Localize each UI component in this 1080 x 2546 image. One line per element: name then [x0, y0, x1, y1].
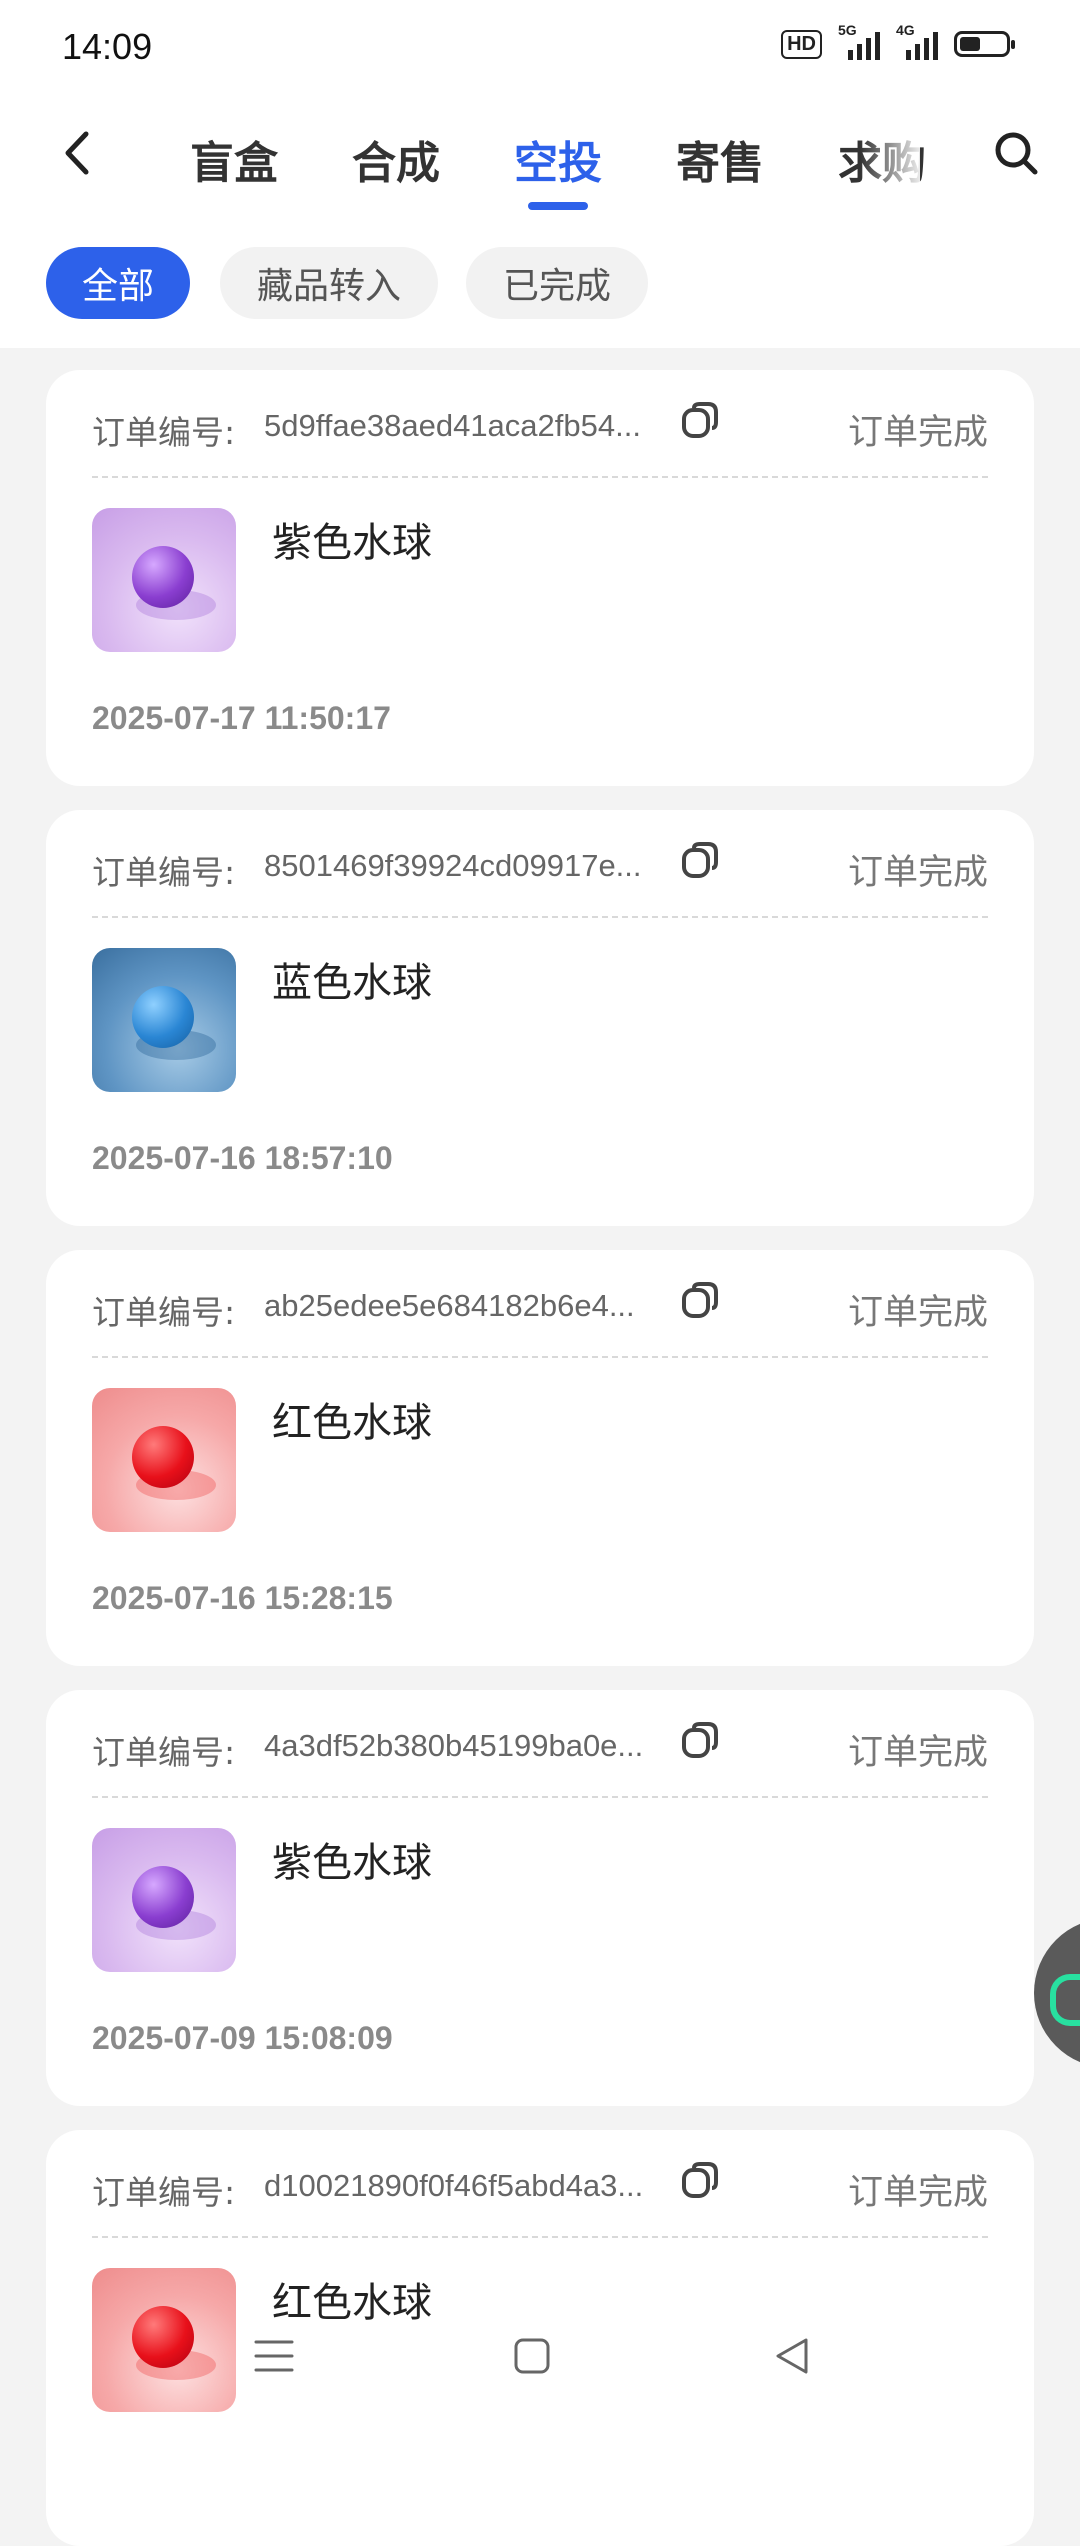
- order-status: 订单完成: [847, 853, 988, 893]
- item-thumbnail: [92, 1388, 236, 1532]
- order-number-label: 订单编号:: [92, 413, 236, 452]
- assistant-icon: [1050, 1974, 1080, 2026]
- menu-button[interactable]: [244, 2326, 304, 2386]
- order-date: 2025-07-16 18:57:10: [92, 1140, 393, 1176]
- status-time: 14:09: [62, 26, 153, 67]
- item-name: 紫色水球: [272, 520, 432, 566]
- floating-assistant-button[interactable]: [1034, 1918, 1080, 2068]
- order-date: 2025-07-17 11:50:17: [92, 700, 391, 736]
- order-number: ab25edee5e684182b6e4...: [264, 1288, 635, 1323]
- search-icon: [995, 132, 1038, 175]
- status-icons: HD 5G 4G: [781, 22, 1015, 60]
- filter-collection-transfer-in[interactable]: 藏品转入: [220, 247, 438, 319]
- tab-blind-box[interactable]: 盲盒: [190, 127, 278, 191]
- order-number-label: 订单编号:: [92, 853, 236, 892]
- order-status: 订单完成: [847, 2173, 988, 2213]
- hd-icon: HD: [781, 29, 822, 59]
- order-number-label: 订单编号:: [92, 1733, 236, 1772]
- tab-airdrop[interactable]: 空投: [514, 127, 602, 191]
- order-number-label: 订单编号:: [92, 2173, 236, 2212]
- item-name: 红色水球: [272, 1400, 432, 1446]
- order-status: 订单完成: [847, 1293, 988, 1333]
- signal-5g-icon: 5G: [838, 22, 880, 60]
- tabs-fade-right: [860, 95, 920, 205]
- order-card[interactable]: 订单编号: 4a3df52b380b45199ba0e... 订单完成 紫色水球…: [46, 1690, 1034, 2106]
- tab-consignment[interactable]: 寄售: [676, 127, 764, 191]
- dashed-divider: [92, 1796, 988, 1798]
- copy-icon[interactable]: [678, 838, 724, 884]
- search-button[interactable]: [986, 123, 1046, 183]
- filter-all[interactable]: 全部: [46, 247, 190, 319]
- triangle-back-icon: [776, 2338, 808, 2374]
- dashed-divider: [92, 2236, 988, 2238]
- order-number-label: 订单编号:: [92, 1293, 236, 1332]
- order-number: d10021890f0f46f5abd4a3...: [264, 2168, 644, 2203]
- copy-icon[interactable]: [678, 398, 724, 444]
- order-status: 订单完成: [847, 1733, 988, 1773]
- chevron-left-icon: [65, 131, 89, 175]
- dashed-divider: [92, 476, 988, 478]
- order-date: 2025-07-16 15:28:15: [92, 1580, 393, 1616]
- item-name: 紫色水球: [272, 1840, 432, 1886]
- system-nav-bar: [0, 2298, 1080, 2408]
- order-number: 4a3df52b380b45199ba0e...: [264, 1728, 644, 1763]
- signal-4g-icon: 4G: [896, 22, 938, 60]
- dashed-divider: [92, 916, 988, 918]
- back-nav-button[interactable]: [762, 2326, 822, 2386]
- dashed-divider: [92, 1356, 988, 1358]
- copy-icon[interactable]: [678, 2158, 724, 2204]
- order-date: 2025-07-09 15:08:09: [92, 2020, 393, 2056]
- item-name: 蓝色水球: [272, 960, 432, 1006]
- copy-icon[interactable]: [678, 1718, 724, 1764]
- tabs-fade-left: [160, 95, 190, 205]
- filter-completed[interactable]: 已完成: [466, 247, 648, 319]
- sim2-label: 4G: [896, 22, 915, 38]
- home-button[interactable]: [502, 2326, 562, 2386]
- battery-icon: [954, 31, 1015, 57]
- square-home-icon: [514, 2338, 550, 2374]
- order-card[interactable]: 订单编号: 8501469f39924cd09917e... 订单完成 蓝色水球…: [46, 810, 1034, 1226]
- item-thumbnail: [92, 508, 236, 652]
- active-tab-indicator: [528, 202, 588, 210]
- sim1-label: 5G: [838, 22, 857, 38]
- tab-synthesis[interactable]: 合成: [352, 127, 440, 191]
- item-thumbnail: [92, 1828, 236, 1972]
- order-number: 8501469f39924cd09917e...: [264, 848, 642, 883]
- order-status: 订单完成: [847, 413, 988, 453]
- order-number: 5d9ffae38aed41aca2fb54...: [264, 408, 641, 443]
- order-card[interactable]: 订单编号: ab25edee5e684182b6e4... 订单完成 红色水球 …: [46, 1250, 1034, 1666]
- filter-bar: 全部 藏品转入 已完成: [0, 215, 1080, 348]
- order-card[interactable]: 订单编号: 5d9ffae38aed41aca2fb54... 订单完成 紫色水…: [46, 370, 1034, 786]
- status-bar: 14:09 HD 5G 4G: [0, 0, 1080, 95]
- copy-icon[interactable]: [678, 1278, 724, 1324]
- item-thumbnail: [92, 948, 236, 1092]
- back-button[interactable]: [48, 123, 108, 183]
- menu-icon: [254, 2340, 294, 2372]
